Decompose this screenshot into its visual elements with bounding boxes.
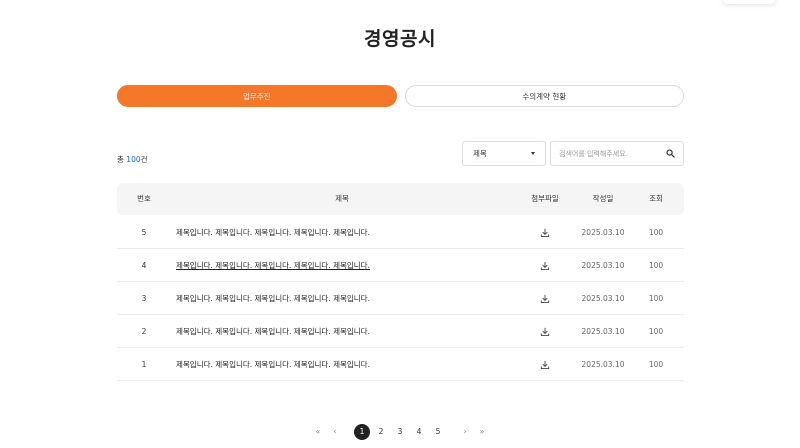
search-field-select[interactable]: 제목	[462, 141, 546, 166]
page-title: 경영공시	[364, 28, 436, 50]
download-icon[interactable]	[540, 327, 550, 337]
tab-business-promotion[interactable]: 업무추진	[117, 85, 397, 107]
search-field-selected: 제목	[473, 149, 487, 158]
download-icon[interactable]	[540, 360, 550, 370]
corner-widget	[722, 0, 776, 4]
table-row: 1 제목입니다. 제목입니다. 제목입니다. 제목입니다. 제목입니다. 202…	[117, 348, 684, 381]
download-icon[interactable]	[540, 228, 550, 238]
header-views: 조회	[649, 194, 663, 203]
table-row: 4 제목입니다. 제목입니다. 제목입니다. 제목입니다. 제목입니다. 202…	[117, 249, 684, 282]
search-box	[550, 141, 684, 166]
first-page-button[interactable]: «	[316, 424, 321, 440]
row-views: 100	[648, 360, 664, 369]
row-views: 100	[648, 228, 664, 237]
total-count: 총 100건	[117, 154, 148, 165]
row-attachment	[540, 216, 550, 249]
table-row: 5 제목입니다. 제목입니다. 제목입니다. 제목입니다. 제목입니다. 202…	[117, 216, 684, 249]
row-attachment	[540, 348, 550, 381]
total-number: 100	[126, 155, 141, 164]
row-number: 1	[141, 360, 147, 369]
caret-down-icon	[531, 152, 535, 155]
page-2-button[interactable]: 2	[379, 424, 384, 440]
search-icon[interactable]	[666, 149, 675, 158]
row-date: 2025.03.10	[581, 261, 625, 270]
header-attachment: 첨부파일	[531, 194, 559, 203]
header-title: 제목	[335, 194, 349, 203]
prev-page-button[interactable]: ‹	[333, 424, 336, 440]
tab-private-contract-status[interactable]: 수의계약 현황	[404, 85, 684, 107]
search-input[interactable]	[559, 149, 666, 158]
row-number: 5	[141, 228, 147, 237]
row-attachment	[540, 315, 550, 348]
pagination: « ‹ 1 2 3 4 5 › »	[0, 424, 800, 440]
tab-bar: 업무추진 수의계약 현황	[117, 85, 684, 107]
page-4-button[interactable]: 4	[417, 424, 422, 440]
table-row: 3 제목입니다. 제목입니다. 제목입니다. 제목입니다. 제목입니다. 202…	[117, 282, 684, 315]
row-views: 100	[648, 261, 664, 270]
row-number: 4	[141, 261, 147, 270]
row-title-link[interactable]: 제목입니다. 제목입니다. 제목입니다. 제목입니다. 제목입니다.	[176, 348, 370, 381]
row-date: 2025.03.10	[581, 294, 625, 303]
download-icon[interactable]	[540, 294, 550, 304]
total-prefix: 총	[117, 155, 127, 164]
download-icon[interactable]	[540, 261, 550, 271]
last-page-button[interactable]: »	[480, 424, 485, 440]
total-suffix: 건	[140, 155, 148, 164]
next-page-button[interactable]: ›	[463, 424, 466, 440]
table-row: 2 제목입니다. 제목입니다. 제목입니다. 제목입니다. 제목입니다. 202…	[117, 315, 684, 348]
row-title-link[interactable]: 제목입니다. 제목입니다. 제목입니다. 제목입니다. 제목입니다.	[176, 249, 370, 282]
table-header: 번호 제목 첨부파일 작성일 조회	[117, 183, 684, 215]
row-date: 2025.03.10	[581, 327, 625, 336]
header-no: 번호	[137, 194, 151, 203]
row-views: 100	[648, 294, 664, 303]
header-date: 작성일	[592, 194, 614, 203]
row-attachment	[540, 282, 550, 315]
row-attachment	[540, 249, 550, 282]
row-date: 2025.03.10	[581, 228, 625, 237]
row-title-link[interactable]: 제목입니다. 제목입니다. 제목입니다. 제목입니다. 제목입니다.	[176, 315, 370, 348]
row-number: 2	[141, 327, 147, 336]
page-5-button[interactable]: 5	[436, 424, 441, 440]
row-title-link[interactable]: 제목입니다. 제목입니다. 제목입니다. 제목입니다. 제목입니다.	[176, 282, 370, 315]
row-views: 100	[648, 327, 664, 336]
row-date: 2025.03.10	[581, 360, 625, 369]
row-title-link[interactable]: 제목입니다. 제목입니다. 제목입니다. 제목입니다. 제목입니다.	[176, 216, 370, 249]
page-1-button[interactable]: 1	[354, 424, 370, 440]
row-number: 3	[141, 294, 147, 303]
page-3-button[interactable]: 3	[398, 424, 403, 440]
